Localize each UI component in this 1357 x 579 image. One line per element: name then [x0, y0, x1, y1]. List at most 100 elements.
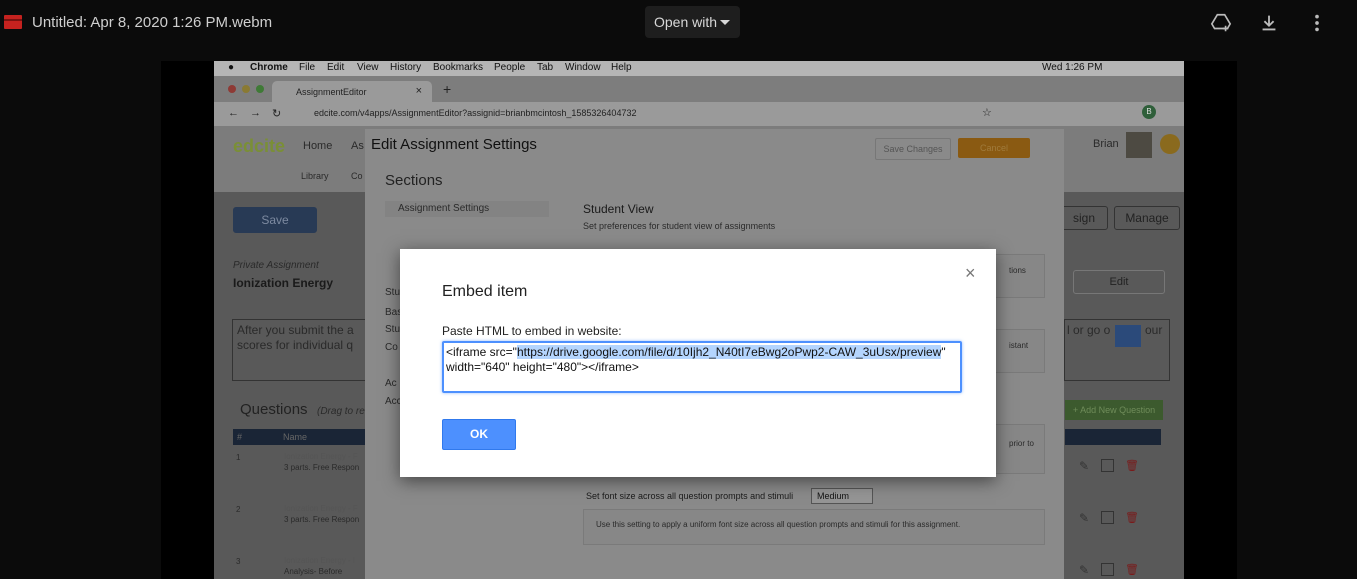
bookmark-star-icon[interactable]: ☆: [982, 106, 992, 119]
download-icon[interactable]: [1258, 12, 1280, 34]
mac-menubar: ● Chrome File Edit View History Bookmark…: [214, 61, 1184, 76]
questions-heading: Questions: [240, 401, 308, 418]
minimize-window-dot[interactable]: [242, 85, 250, 93]
delete-row-icon[interactable]: 🗑: [1125, 511, 1139, 524]
user-name[interactable]: Brian: [1093, 138, 1119, 150]
apple-icon: ●: [228, 62, 235, 73]
nav-home[interactable]: Home: [303, 140, 332, 152]
edit-dropdown[interactable]: Edit: [1073, 270, 1165, 294]
maximize-window-dot[interactable]: [256, 85, 264, 93]
row-num: 2: [236, 505, 241, 514]
menu-chrome: Chrome: [250, 62, 288, 73]
nav-assignment-settings-label: Assignment Settings: [398, 203, 490, 214]
menu-history: History: [390, 62, 422, 73]
instructions-text-end: l or go o: [1067, 323, 1111, 337]
font-size-desc: Use this setting to apply a uniform font…: [596, 520, 961, 529]
chevron-down-icon: [720, 20, 730, 25]
copy-row-icon[interactable]: [1101, 563, 1114, 576]
instructions-box[interactable]: After you submit the a scores for indivi…: [232, 319, 366, 381]
browser-tabbar: AssignmentEditor × +: [214, 76, 1184, 102]
save-changes-button[interactable]: Save Changes: [875, 138, 951, 160]
edit-row-icon[interactable]: ✎: [1079, 511, 1089, 525]
nav-assignment-settings[interactable]: Assignment Settings: [385, 201, 549, 217]
questions-table-header-right: [1065, 429, 1161, 445]
profile-avatar[interactable]: B: [1142, 105, 1156, 119]
row-sub: 3 parts. Free Respon: [284, 463, 360, 472]
notification-bell-icon[interactable]: [1160, 134, 1180, 154]
nav-co[interactable]: Co: [385, 342, 398, 353]
video-file-icon: [4, 15, 22, 29]
subnav-collections[interactable]: Co: [351, 171, 363, 181]
subnav-library[interactable]: Library: [301, 171, 329, 181]
questions-table-header: # Name: [233, 429, 365, 445]
cancel-button[interactable]: Cancel: [958, 138, 1030, 158]
manage-button[interactable]: Manage: [1114, 206, 1180, 230]
embed-html-label: Paste HTML to embed in website:: [442, 324, 622, 338]
copy-row-icon[interactable]: [1101, 459, 1114, 472]
back-icon[interactable]: ←: [228, 107, 239, 119]
more-vert-icon[interactable]: [1306, 12, 1328, 34]
row-title: Ionization Energy - F: [284, 504, 358, 513]
instructions-box-right[interactable]: l or go o our: [1064, 319, 1170, 381]
private-assignment-label: Private Assignment: [233, 260, 319, 271]
url-text[interactable]: edcite.com/v4apps/AssignmentEditor?assig…: [314, 108, 636, 118]
add-question-button[interactable]: + Add New Question: [1065, 400, 1163, 420]
edcite-logo[interactable]: edcite: [233, 136, 285, 157]
open-with-button[interactable]: Open with: [645, 6, 740, 38]
menu-file: File: [299, 62, 316, 73]
row-num: 1: [236, 453, 241, 462]
instructions-text-2: scores for individual q: [237, 338, 354, 352]
new-tab-icon[interactable]: +: [443, 81, 451, 97]
settings-title: Edit Assignment Settings: [371, 136, 537, 153]
copy-row-icon[interactable]: [1101, 511, 1114, 524]
browser-tab[interactable]: AssignmentEditor ×: [272, 81, 432, 102]
close-tab-icon[interactable]: ×: [416, 85, 422, 97]
row-title: Ionization Energy - I: [284, 556, 356, 565]
nav-student[interactable]: Stu: [385, 324, 400, 335]
font-size-label: Set font size across all question prompt…: [586, 491, 794, 501]
setting-box-1-text: tions: [1009, 266, 1026, 275]
setting-box-3-text: prior to: [1009, 439, 1034, 448]
assignment-name[interactable]: Ionization Energy: [233, 276, 333, 290]
menu-people: People: [494, 62, 526, 73]
embed-code-prefix: <iframe src=": [446, 345, 517, 359]
close-window-dot[interactable]: [228, 85, 236, 93]
nav-ac[interactable]: Ac: [385, 378, 397, 389]
menu-edit: Edit: [327, 62, 345, 73]
col-num: #: [237, 432, 243, 442]
row-sub: 3 parts. Free Respon: [284, 515, 360, 524]
embed-html-textarea[interactable]: <iframe src="https://drive.google.com/fi…: [442, 341, 962, 393]
open-with-label: Open with: [654, 14, 718, 30]
ok-button[interactable]: OK: [442, 419, 516, 450]
save-button[interactable]: Save: [233, 207, 317, 233]
add-to-drive-icon[interactable]: [1210, 12, 1232, 34]
delete-row-icon[interactable]: 🗑: [1125, 459, 1139, 472]
student-view-heading: Student View: [583, 202, 654, 216]
reload-icon[interactable]: ↻: [272, 107, 281, 120]
font-size-desc-box: Use this setting to apply a uniform font…: [583, 509, 1045, 545]
row-num: 3: [236, 557, 241, 566]
setting-box-2-text: istant: [1009, 341, 1029, 350]
menu-window: Window: [565, 62, 601, 73]
instructions-text-end-2: our: [1145, 323, 1163, 337]
dialog-title: Embed item: [442, 283, 528, 300]
menu-tab: Tab: [537, 62, 554, 73]
sections-heading: Sections: [385, 172, 443, 189]
edit-row-icon[interactable]: ✎: [1079, 563, 1089, 577]
assign-button[interactable]: sign: [1060, 206, 1108, 230]
delete-row-icon[interactable]: 🗑: [1125, 563, 1139, 576]
row-title: Ionization Energy - F: [284, 452, 358, 461]
student-view-desc: Set preferences for student view of assi…: [583, 221, 776, 231]
nav-assignments[interactable]: As: [351, 140, 364, 152]
menu-bookmarks: Bookmarks: [433, 62, 484, 73]
forward-icon[interactable]: →: [250, 107, 261, 119]
edit-row-icon[interactable]: ✎: [1079, 459, 1089, 473]
menu-view: View: [357, 62, 379, 73]
user-avatar[interactable]: [1126, 132, 1152, 158]
close-icon[interactable]: ×: [965, 263, 976, 284]
drag-hint: (Drag to re: [317, 406, 365, 417]
menubar-clock: Wed 1:26 PM: [1042, 62, 1103, 73]
font-size-value: Medium: [817, 491, 850, 501]
font-size-select[interactable]: Medium: [811, 488, 873, 504]
edit-pencil-icon[interactable]: [1115, 325, 1141, 347]
